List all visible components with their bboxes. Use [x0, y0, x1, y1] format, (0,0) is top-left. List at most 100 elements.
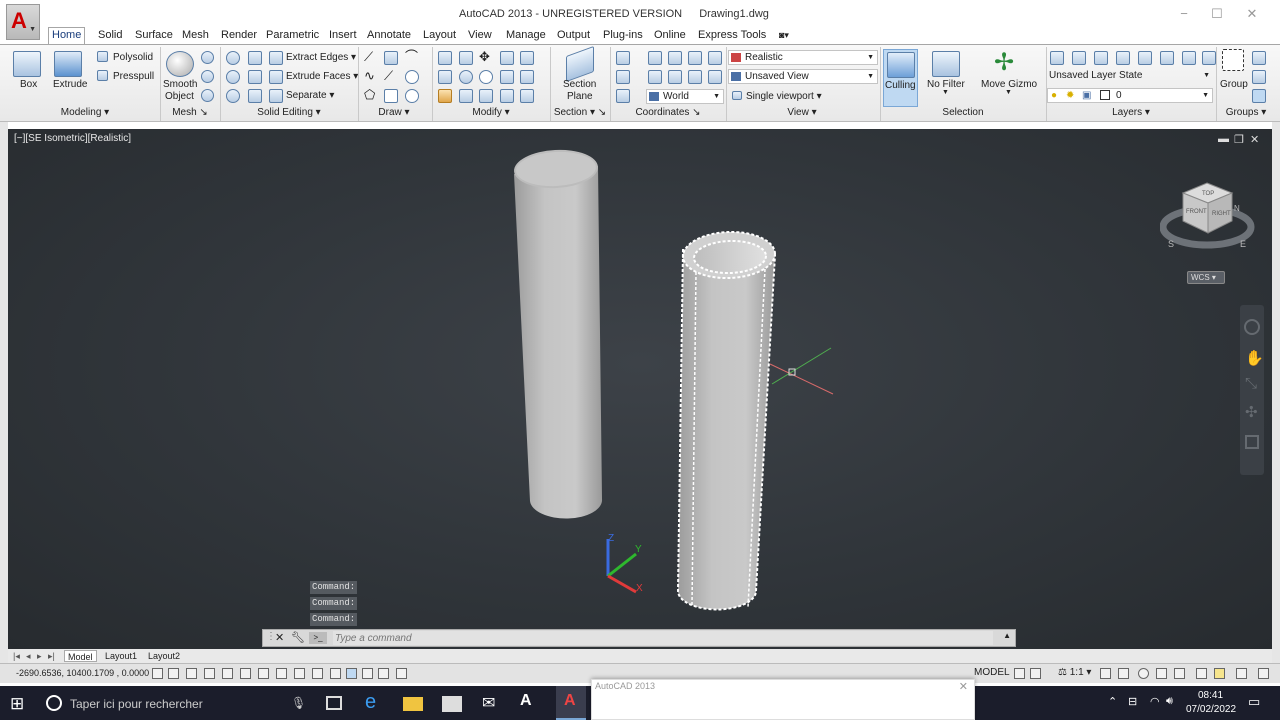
- circle-icon[interactable]: [405, 70, 419, 84]
- layer-state-dropdown[interactable]: Unsaved Layer State ▼: [1047, 69, 1213, 84]
- extrude-icon[interactable]: [54, 51, 82, 77]
- taskbar-search-input[interactable]: Taper ici pour rechercher: [70, 697, 203, 711]
- close-icon[interactable]: ✕: [959, 680, 968, 693]
- section-plane-label-2[interactable]: Plane: [567, 91, 593, 102]
- isolate-objects-icon[interactable]: [1196, 668, 1207, 679]
- camera-icon[interactable]: ◙▾: [776, 28, 792, 44]
- viewcube[interactable]: TOP FRONT RIGHT S E N: [1159, 175, 1256, 255]
- smooth-object-label-1[interactable]: Smooth: [163, 79, 197, 90]
- smooth-object-label-2[interactable]: Object: [165, 91, 194, 102]
- group-button[interactable]: Group: [1220, 79, 1248, 90]
- pan-icon[interactable]: ✋: [1245, 349, 1264, 367]
- draw-group-title[interactable]: Draw ▾: [358, 107, 430, 118]
- model-space-svg[interactable]: Z Y X: [8, 129, 1272, 649]
- modify-tool-icon[interactable]: [459, 51, 473, 65]
- ucs-world-dropdown[interactable]: World ▼: [646, 89, 724, 104]
- search-icon[interactable]: [46, 695, 62, 711]
- autocad-active-taskbar-icon[interactable]: A: [556, 686, 586, 720]
- annotation-scale[interactable]: ⚖ 1:1 ▾: [1058, 667, 1091, 678]
- mesh-tool-icon[interactable]: [201, 51, 214, 64]
- group-tool-icon[interactable]: [1252, 70, 1266, 84]
- section-group-title[interactable]: Section ▾ ↘: [550, 107, 610, 118]
- dynamic-input-icon[interactable]: [312, 668, 323, 679]
- mesh-tool-icon[interactable]: [201, 89, 214, 102]
- tab-view[interactable]: View: [465, 28, 495, 44]
- ucs-tool-icon[interactable]: [648, 70, 662, 84]
- wifi-icon[interactable]: ◠: [1150, 695, 1160, 708]
- mesh-group-title[interactable]: Mesh ↘: [160, 107, 220, 118]
- modify-tool-icon[interactable]: [500, 70, 514, 84]
- chevron-up-icon[interactable]: ⌃: [1108, 695, 1117, 708]
- tab-insert[interactable]: Insert: [326, 28, 360, 44]
- light-bulb-icon[interactable]: [1214, 668, 1225, 679]
- tab-render[interactable]: Render: [218, 28, 260, 44]
- windows-start-icon[interactable]: ⊞: [10, 694, 24, 714]
- showmotion-icon[interactable]: [1245, 435, 1259, 449]
- tab-home[interactable]: Home: [48, 27, 86, 45]
- polysolid-button[interactable]: Polysolid: [113, 52, 153, 63]
- notification-icon[interactable]: ▭: [1248, 694, 1260, 710]
- infer-constraints-icon[interactable]: [152, 668, 163, 679]
- tab-solid[interactable]: Solid: [95, 28, 125, 44]
- solid-editing-group-title[interactable]: Solid Editing ▾: [220, 107, 358, 118]
- tab-express-tools[interactable]: Express Tools: [695, 28, 769, 44]
- ucs-icon[interactable]: [616, 89, 630, 103]
- ucs-icon[interactable]: [616, 51, 630, 65]
- modify-tool-icon[interactable]: [459, 70, 473, 84]
- polar-tracking-icon[interactable]: [222, 668, 233, 679]
- model-space-toggle[interactable]: MODEL: [974, 667, 1010, 678]
- modify-tool-icon[interactable]: [479, 89, 493, 103]
- cursor-coordinates[interactable]: -2690.6536, 10400.1709 , 0.0000: [16, 668, 149, 678]
- microphone-icon[interactable]: 🎙︎: [291, 696, 306, 710]
- layer-properties-icon[interactable]: [1050, 51, 1064, 65]
- box-icon[interactable]: [13, 51, 41, 77]
- layer-tool-icon[interactable]: [1160, 51, 1174, 65]
- ucs-tool-icon[interactable]: [648, 51, 662, 65]
- wcs-menu[interactable]: WCS ▾: [1187, 271, 1225, 284]
- modify-tool-icon[interactable]: [520, 89, 534, 103]
- intersect-icon[interactable]: [226, 89, 240, 103]
- close-button[interactable]: ✕: [1238, 4, 1266, 24]
- object-snap-icon[interactable]: [240, 668, 251, 679]
- subtract-icon[interactable]: [226, 70, 240, 84]
- edge-browser-icon[interactable]: e: [365, 691, 385, 713]
- cylinder-right-selected[interactable]: [676, 230, 776, 611]
- tab-output[interactable]: Output: [554, 28, 593, 44]
- maximize-button[interactable]: ☐: [1203, 4, 1231, 24]
- tab-nav-first-icon[interactable]: |◂: [10, 650, 23, 662]
- filter-icon[interactable]: [932, 51, 960, 77]
- tab-nav-last-icon[interactable]: ▸|: [45, 650, 58, 662]
- tab-mesh[interactable]: Mesh: [179, 28, 212, 44]
- menu-icon[interactable]: [1258, 668, 1269, 679]
- box-button[interactable]: Box: [20, 79, 37, 90]
- grid-display-icon[interactable]: [186, 668, 197, 679]
- minimize-button[interactable]: −: [1170, 4, 1198, 24]
- tab-layout2[interactable]: Layout2: [145, 650, 183, 662]
- taskbar-preview-popup[interactable]: AutoCAD 2013 ✕: [591, 679, 975, 720]
- modify-tool-icon[interactable]: [438, 70, 452, 84]
- workspace-switching-icon[interactable]: [1138, 668, 1149, 679]
- clean-screen-icon[interactable]: [1236, 668, 1247, 679]
- layer-tool-icon[interactable]: [1116, 51, 1130, 65]
- orbit-icon[interactable]: ✣: [1245, 403, 1258, 421]
- annotation-monitor-icon[interactable]: [396, 668, 407, 679]
- application-menu-button[interactable]: A ▼: [6, 4, 40, 40]
- viewport-close-button[interactable]: ✕: [1250, 133, 1259, 146]
- view-group-title[interactable]: View ▾: [726, 107, 878, 118]
- tab-layout[interactable]: Layout: [420, 28, 459, 44]
- dynamic-ucs-icon[interactable]: [294, 668, 305, 679]
- toolbar-lock-icon[interactable]: [1156, 668, 1167, 679]
- ucs-tool-icon[interactable]: [708, 51, 722, 65]
- viewport-label[interactable]: [−][SE Isometric][Realistic]: [14, 133, 131, 144]
- section-plane-label-1[interactable]: Section: [563, 79, 596, 90]
- line-icon[interactable]: ⟋: [364, 50, 378, 65]
- auto-scale-icon[interactable]: [1118, 668, 1129, 679]
- culling-button[interactable]: Culling: [883, 49, 918, 107]
- hardware-acceleration-icon[interactable]: [1174, 668, 1185, 679]
- selection-cycling-icon[interactable]: [378, 668, 389, 679]
- ucs-icon[interactable]: [616, 70, 630, 84]
- ellipse-icon[interactable]: [405, 89, 419, 103]
- layers-group-title[interactable]: Layers ▾: [1046, 107, 1216, 118]
- drawing-canvas[interactable]: Z Y X: [8, 129, 1272, 649]
- union-icon[interactable]: [226, 51, 240, 65]
